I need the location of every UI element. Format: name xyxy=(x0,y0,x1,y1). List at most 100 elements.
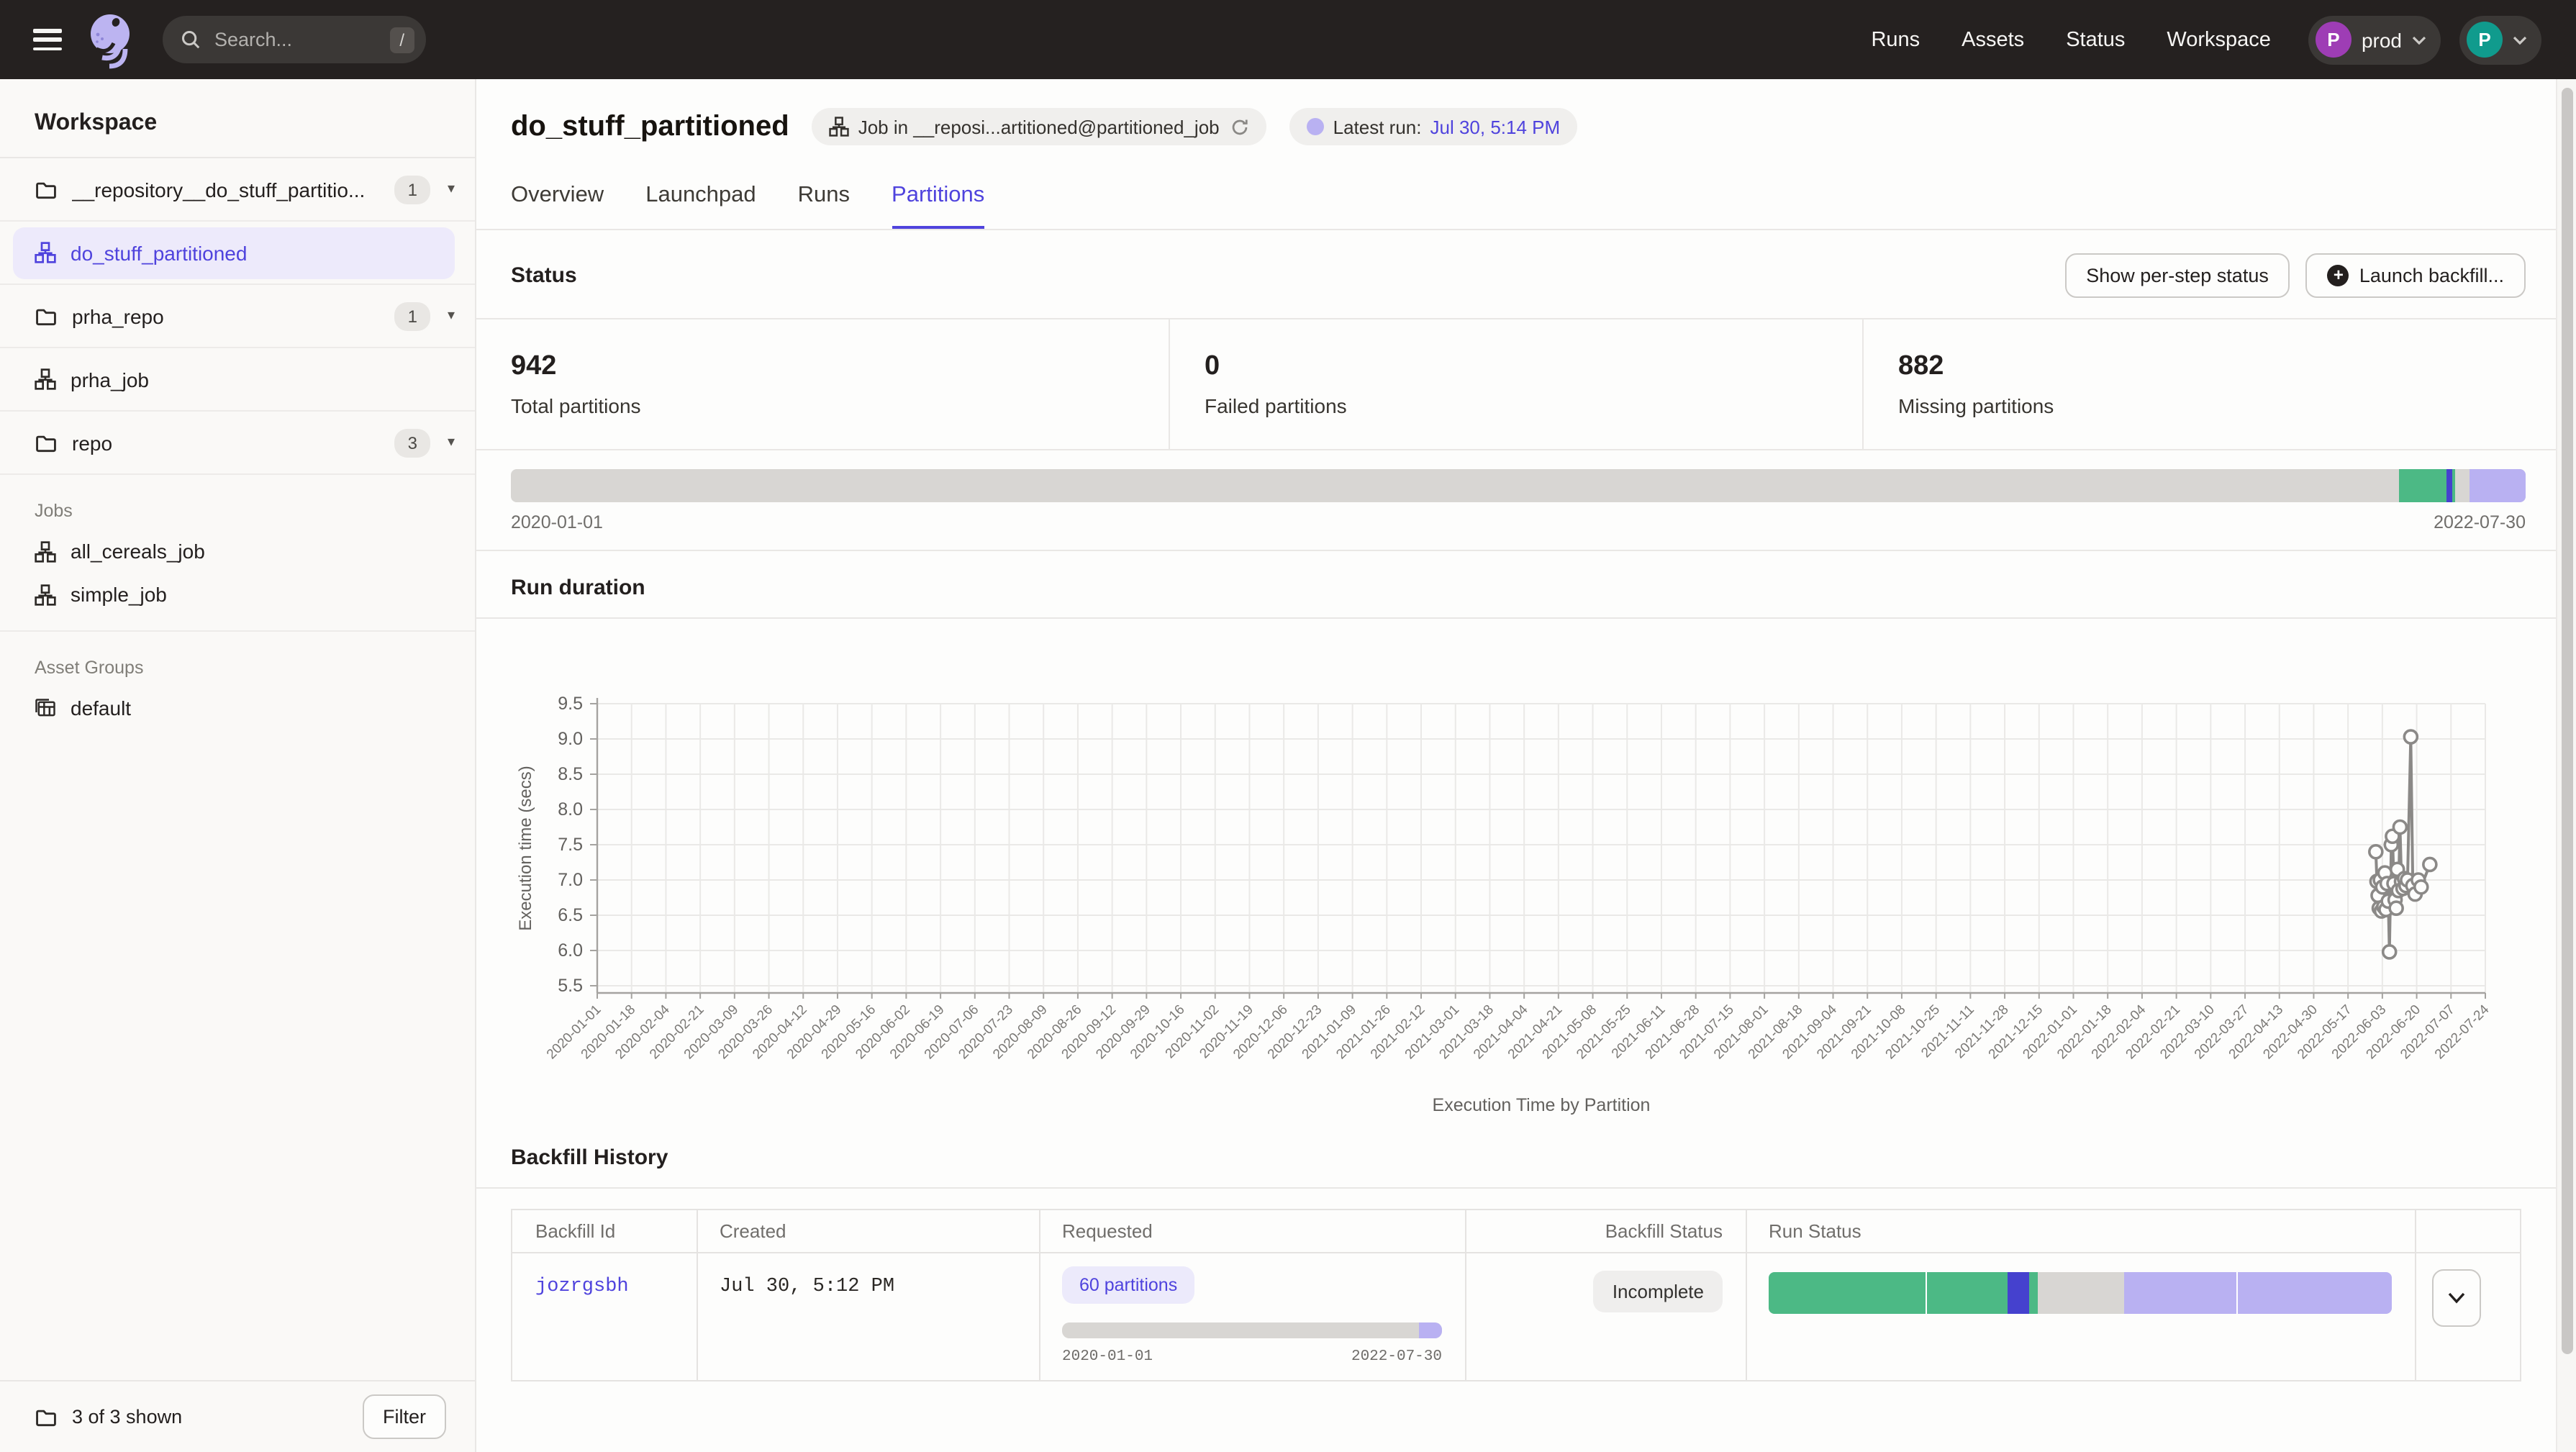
deployment-avatar: P xyxy=(2316,22,2351,58)
refresh-icon[interactable] xyxy=(1231,117,1250,136)
bar-segment-lavender xyxy=(1419,1322,1442,1338)
search-shortcut-key: / xyxy=(389,27,414,53)
item-count-badge: 1 xyxy=(395,301,430,330)
sidebar-item-prha-job[interactable]: prha_job xyxy=(0,348,475,412)
sidebar-item-label: do_stuff_partitioned xyxy=(71,241,455,264)
dagster-app: Search... / Runs Assets Status Workspace P … xyxy=(0,0,2576,1452)
sidebar-job-all-cereals[interactable]: all_cereals_job xyxy=(0,530,475,573)
show-per-step-status-button[interactable]: Show per-step status xyxy=(2064,253,2290,298)
menu-icon[interactable] xyxy=(33,29,62,50)
requested-partitions-pill[interactable]: 60 partitions xyxy=(1062,1266,1194,1304)
column-header-requested: Requested xyxy=(1039,1220,1465,1242)
requested-range-start: 2020-01-01 xyxy=(1062,1348,1153,1366)
stat-label: Failed partitions xyxy=(1205,394,1862,417)
item-count-badge: 3 xyxy=(395,428,430,457)
latest-run-tag: Latest run: Jul 30, 5:14 PM xyxy=(1290,108,1578,145)
svg-text:8.0: 8.0 xyxy=(558,799,583,820)
nav-link-runs[interactable]: Runs xyxy=(1871,28,1920,51)
bar-segment-lavender xyxy=(2239,1272,2392,1314)
job-icon xyxy=(35,584,56,605)
requested-range-bar xyxy=(1062,1322,1442,1338)
backfill-history-title: Backfill History xyxy=(476,1125,2556,1187)
search-input[interactable]: Search... / xyxy=(163,16,426,63)
window-scrollbar[interactable] xyxy=(2556,79,2576,1452)
execution-time-chart[interactable]: 2020-01-012020-01-182020-02-042020-02-21… xyxy=(511,619,2526,1125)
bar-segment-lavender xyxy=(2470,469,2526,502)
stat-label: Total partitions xyxy=(511,394,1169,417)
svg-text:8.5: 8.5 xyxy=(558,764,583,784)
tab-overview[interactable]: Overview xyxy=(511,183,604,229)
repo-count-label: 3 of 3 shown xyxy=(72,1406,363,1428)
chevron-down-icon xyxy=(2448,1292,2465,1304)
sidebar-footer: 3 of 3 shown Filter xyxy=(0,1380,475,1452)
table-header-row: Backfill Id Created Requested Backfill S… xyxy=(512,1210,2520,1253)
folder-icon xyxy=(35,1405,58,1428)
launch-backfill-label: Launch backfill... xyxy=(2359,265,2504,286)
stat-value: 0 xyxy=(1205,351,1862,383)
backfill-id-link[interactable]: jozrgsbh xyxy=(535,1253,674,1298)
column-header-backfill-id: Backfill Id xyxy=(512,1220,697,1242)
tab-runs[interactable]: Runs xyxy=(798,183,850,229)
divider xyxy=(476,1187,2556,1189)
stat-failed-partitions: 0 Failed partitions xyxy=(1169,319,1862,449)
user-menu[interactable]: P xyxy=(2459,15,2541,64)
filter-button[interactable]: Filter xyxy=(363,1394,446,1439)
sidebar-job-simple-job[interactable]: simple_job xyxy=(0,573,475,616)
svg-text:9.0: 9.0 xyxy=(558,729,583,749)
deployment-switcher[interactable]: P prod xyxy=(2308,15,2441,64)
stat-value: 882 xyxy=(1898,351,2556,383)
tab-partitions[interactable]: Partitions xyxy=(892,183,984,229)
run-duration-title: Run duration xyxy=(476,551,2556,617)
partition-status-bar[interactable] xyxy=(511,469,2526,502)
sidebar-title: Workspace xyxy=(0,79,475,158)
status-header-row: Status Show per-step status + Launch bac… xyxy=(476,230,2556,318)
launch-backfill-button[interactable]: + Launch backfill... xyxy=(2306,253,2526,298)
sidebar-item-prha-repo[interactable]: prha_repo 1 ▾ xyxy=(0,285,475,348)
status-section-title: Status xyxy=(511,263,577,288)
column-header-run-status: Run Status xyxy=(1746,1220,2415,1242)
dagster-logo-icon[interactable] xyxy=(85,11,137,68)
item-count-badge: 1 xyxy=(395,175,430,204)
job-label: simple_job xyxy=(71,583,167,606)
workspace-sidebar: Workspace __repository__do_stuff_partiti… xyxy=(0,79,476,1452)
bar-segment-indigo xyxy=(2008,1272,2029,1314)
svg-text:5.5: 5.5 xyxy=(558,976,583,996)
bar-segment-green xyxy=(2029,1272,2038,1314)
bar-segment-lavender xyxy=(2123,1272,2237,1314)
partition-range-end: 2022-07-30 xyxy=(2434,512,2526,532)
job-origin-tag[interactable]: Job in __reposi...artitioned@partitioned… xyxy=(812,108,1267,145)
sidebar-item-do-stuff-partitioned[interactable]: do_stuff_partitioned xyxy=(0,222,475,285)
expand-caret-icon[interactable]: ▾ xyxy=(448,181,455,197)
job-origin-text: Job in __reposi...artitioned@partitioned… xyxy=(858,116,1220,137)
expand-caret-icon[interactable]: ▾ xyxy=(448,308,455,324)
nav-link-status[interactable]: Status xyxy=(2066,28,2125,51)
sidebar-item-repository-do-stuff[interactable]: __repository__do_stuff_partitio... 1 ▾ xyxy=(0,158,475,222)
search-icon xyxy=(180,29,201,50)
run-status-bar[interactable] xyxy=(1769,1272,2392,1314)
deployment-name: prod xyxy=(2362,28,2402,51)
folder-icon xyxy=(35,431,58,454)
partition-range-start: 2020-01-01 xyxy=(511,512,603,532)
nav-link-workspace[interactable]: Workspace xyxy=(2167,28,2271,51)
sidebar-item-label: repo xyxy=(72,431,395,454)
scrollbar-thumb[interactable] xyxy=(2561,88,2572,1354)
plus-circle-icon: + xyxy=(2328,265,2349,286)
stat-missing-partitions: 882 Missing partitions xyxy=(1862,319,2556,449)
latest-run-time-link[interactable]: Jul 30, 5:14 PM xyxy=(1430,116,1561,137)
row-actions-button[interactable] xyxy=(2432,1269,2481,1327)
expand-caret-icon[interactable]: ▾ xyxy=(448,435,455,450)
search-placeholder: Search... xyxy=(214,29,389,50)
column-header-created: Created xyxy=(697,1220,1039,1242)
job-icon xyxy=(35,242,56,263)
sidebar-asset-group-default[interactable]: default xyxy=(0,686,475,730)
partition-status-section: 2020-01-01 2022-07-30 xyxy=(476,450,2556,550)
bar-segment-indigo xyxy=(2447,469,2453,502)
sidebar-item-label: prha_job xyxy=(71,368,455,391)
tab-launchpad[interactable]: Launchpad xyxy=(645,183,756,229)
sidebar-item-repo[interactable]: repo 3 ▾ xyxy=(0,412,475,475)
run-duration-chart: 2020-01-012020-01-182020-02-042020-02-21… xyxy=(476,619,2556,1125)
chevron-down-icon xyxy=(2412,35,2426,44)
job-icon xyxy=(35,368,56,390)
nav-link-assets[interactable]: Assets xyxy=(1962,28,2024,51)
job-icon xyxy=(830,117,850,137)
